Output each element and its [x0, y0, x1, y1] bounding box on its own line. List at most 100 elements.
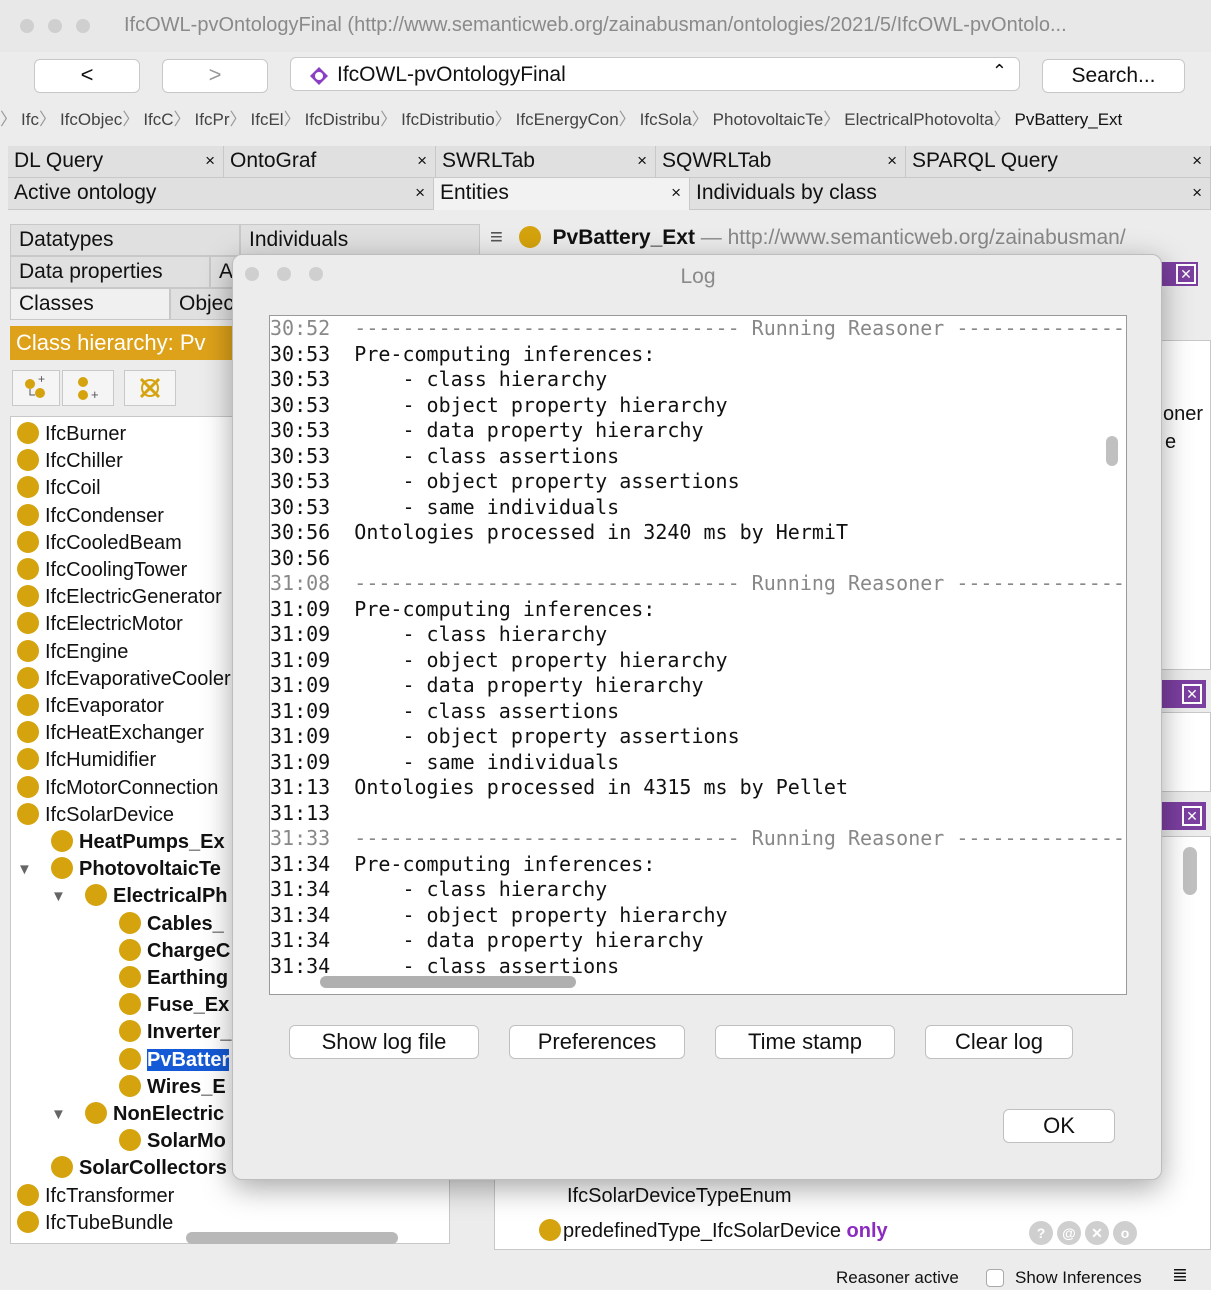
back-button[interactable]: < — [34, 59, 140, 93]
breadcrumb-item[interactable]: IfcDistribu — [305, 110, 381, 130]
close-window-button[interactable] — [20, 19, 34, 33]
tree-horizontal-scrollbar[interactable] — [186, 1232, 398, 1244]
tree-item[interactable]: Fuse_Ex — [119, 992, 229, 1019]
expand-arrow-icon[interactable]: ▼ — [51, 1106, 66, 1123]
description-scrollbar[interactable] — [1183, 847, 1197, 895]
menu-icon[interactable]: ≡ — [490, 224, 503, 249]
add-subclass-button[interactable]: + — [12, 370, 60, 406]
tree-item[interactable]: IfcCooledBeam — [17, 530, 182, 557]
tab1-swrltab[interactable]: SWRLTab × — [436, 146, 656, 178]
tab-object-properties[interactable]: Objec — [170, 288, 240, 320]
tree-item[interactable]: IfcChiller — [17, 448, 123, 475]
add-sibling-button[interactable]: + — [62, 370, 114, 406]
tree-item[interactable]: IfcCoolingTower — [17, 557, 187, 584]
tree-item[interactable]: IfcEvaporativeCooler — [17, 666, 231, 693]
minimize-window-button[interactable] — [48, 19, 62, 33]
tree-item[interactable]: IfcHeatExchanger — [17, 720, 204, 747]
ok-button[interactable]: OK — [1003, 1109, 1115, 1143]
preferences-button[interactable]: Preferences — [509, 1025, 685, 1059]
tab1-sparql-query[interactable]: SPARQL Query × — [906, 146, 1211, 178]
show-inferences-checkbox[interactable] — [986, 1269, 1004, 1287]
tree-item-label: ElectricalPh — [113, 885, 228, 908]
tree-item[interactable]: ElectricalPh — [85, 883, 228, 910]
breadcrumb-item[interactable]: Ifc — [21, 110, 39, 130]
breadcrumb-item[interactable]: IfcSola — [640, 110, 692, 130]
tab-individuals[interactable]: Individuals — [240, 224, 480, 256]
tree-item[interactable]: IfcBurner — [17, 421, 126, 448]
breadcrumb-item[interactable]: PhotovoltaicTe — [713, 110, 824, 130]
annotate-icon[interactable]: @ — [1057, 1221, 1081, 1245]
tree-item[interactable]: Cables_ — [119, 911, 224, 938]
breadcrumb-item[interactable]: IfcC — [143, 110, 173, 130]
tree-item[interactable]: IfcElectricMotor — [17, 611, 183, 638]
tree-item[interactable]: IfcCoil — [17, 475, 101, 502]
search-button[interactable]: Search... — [1042, 59, 1185, 93]
tree-item[interactable]: PvBatter — [119, 1047, 230, 1074]
close-view-icon[interactable]: ✕ — [1176, 264, 1196, 284]
tree-item[interactable]: IfcCondenser — [17, 503, 164, 530]
close-tab-icon[interactable]: × — [1192, 178, 1202, 208]
delete-class-button[interactable] — [124, 370, 176, 406]
tree-item[interactable]: NonElectric — [85, 1101, 224, 1128]
close-tab-icon[interactable]: × — [417, 146, 427, 176]
help-icon[interactable]: ? — [1029, 1221, 1053, 1245]
close-tab-icon[interactable]: × — [887, 146, 897, 176]
breadcrumb-item[interactable]: IfcEl — [251, 110, 284, 130]
breadcrumb-item[interactable]: PvBattery_Ext — [1015, 110, 1123, 130]
tree-item[interactable]: Inverter_ — [119, 1019, 232, 1046]
close-tab-icon[interactable]: × — [205, 146, 215, 176]
breadcrumb-item[interactable]: IfcPr — [195, 110, 230, 130]
breadcrumb-item[interactable]: IfcObjec — [60, 110, 122, 130]
tab-classes[interactable]: Classes — [10, 288, 170, 320]
tree-item[interactable]: ChargeC — [119, 938, 230, 965]
time-stamp-button[interactable]: Time stamp — [715, 1025, 895, 1059]
zoom-window-button[interactable] — [76, 19, 90, 33]
close-tab-icon[interactable]: × — [1192, 146, 1202, 176]
tree-item[interactable]: SolarCollectors — [51, 1155, 227, 1182]
expand-arrow-icon[interactable]: ▼ — [51, 888, 66, 905]
clear-log-button[interactable]: Clear log — [925, 1025, 1073, 1059]
delete-icon[interactable]: ✕ — [1085, 1221, 1109, 1245]
edit-icon[interactable]: o — [1113, 1221, 1137, 1245]
close-tab-icon[interactable]: × — [637, 146, 647, 176]
ontology-selector[interactable]: IfcOWL-pvOntologyFinal ⌃ — [290, 57, 1020, 91]
tree-item[interactable]: HeatPumps_Ex — [51, 829, 225, 856]
tree-item[interactable]: IfcTransformer — [17, 1183, 174, 1210]
tab2-active-ontology[interactable]: Active ontology × — [8, 178, 434, 210]
breadcrumb-item[interactable]: ElectricalPhotovolta — [844, 110, 993, 130]
close-tab-icon[interactable]: × — [415, 178, 425, 208]
tree-item[interactable]: IfcTubeBundle — [17, 1210, 173, 1237]
tree-item[interactable]: IfcMotorConnection — [17, 775, 218, 802]
show-log-file-button[interactable]: Show log file — [289, 1025, 479, 1059]
tree-item[interactable]: SolarMo — [119, 1128, 226, 1155]
expand-arrow-icon[interactable]: ▼ — [17, 861, 32, 878]
close-tab-icon[interactable]: × — [671, 178, 681, 208]
tab2-entities[interactable]: Entities × — [434, 178, 690, 210]
log-icon[interactable]: ≣ — [1172, 1264, 1188, 1287]
log-horizontal-scrollbar[interactable] — [320, 976, 576, 988]
forward-button[interactable]: > — [162, 59, 268, 93]
breadcrumb-item[interactable]: IfcEnergyCon — [516, 110, 619, 130]
tree-item[interactable]: IfcEvaporator — [17, 693, 164, 720]
close-view-icon-2[interactable]: ✕ — [1182, 684, 1202, 704]
tab-data-properties[interactable]: Data properties — [10, 256, 210, 288]
tree-item[interactable]: Wires_E — [119, 1074, 226, 1101]
tab2-individuals-by-class[interactable]: Individuals by class × — [690, 178, 1211, 210]
breadcrumb-separator-icon: 〉 — [122, 110, 140, 129]
tree-item[interactable]: IfcEngine — [17, 639, 128, 666]
tab1-dl-query[interactable]: DL Query × — [8, 146, 224, 178]
tree-item[interactable]: PhotovoltaicTe — [51, 856, 221, 883]
tab1-ontograf[interactable]: OntoGraf × — [224, 146, 436, 178]
tree-item-label: IfcEvaporativeCooler — [45, 667, 231, 690]
log-vertical-scrollbar[interactable] — [1106, 436, 1118, 466]
tab-datatypes[interactable]: Datatypes — [10, 224, 240, 256]
tree-item[interactable]: IfcHumidifier — [17, 747, 156, 774]
close-view-icon-3[interactable]: ✕ — [1182, 806, 1202, 826]
tree-item[interactable]: IfcElectricGenerator — [17, 584, 222, 611]
log-message: - object property hierarchy — [330, 647, 728, 672]
tab1-sqwrltab[interactable]: SQWRLTab × — [656, 146, 906, 178]
log-text-area[interactable]: 30:52 -------------------------------- R… — [269, 315, 1127, 995]
tree-item[interactable]: Earthing — [119, 965, 228, 992]
breadcrumb-item[interactable]: IfcDistributio — [401, 110, 495, 130]
tree-item[interactable]: IfcSolarDevice — [17, 802, 174, 829]
